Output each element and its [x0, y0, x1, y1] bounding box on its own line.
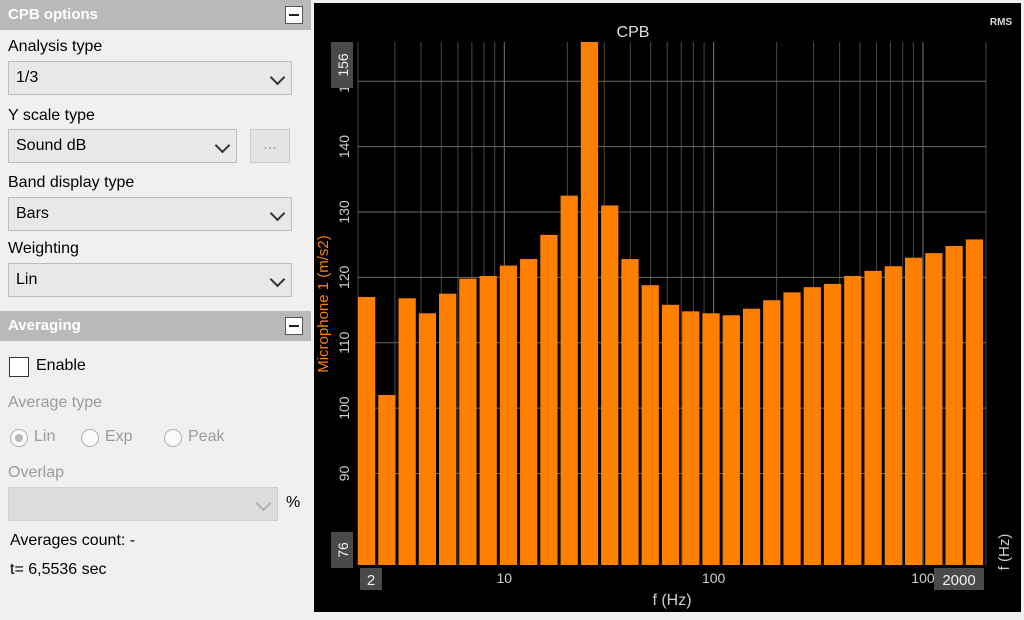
bar	[844, 276, 862, 565]
bar	[479, 276, 497, 565]
bar	[580, 42, 599, 565]
bar	[439, 293, 457, 565]
bar	[803, 287, 821, 565]
bar	[540, 234, 558, 565]
bar	[358, 296, 376, 565]
average-type-exp-radio[interactable]	[81, 429, 99, 447]
bar	[945, 245, 963, 565]
bar	[621, 259, 639, 565]
bar	[904, 257, 923, 565]
bar	[661, 304, 680, 565]
cpb-chart[interactable]: CPBRMS9010011012013014015015676Microphon…	[311, 0, 1024, 615]
chevron-down-icon	[269, 205, 286, 222]
analysis-type-value: 1/3	[16, 69, 39, 86]
chart-title: CPB	[617, 24, 650, 41]
options-panel: CPB options Analysis type 1/3 Y scale ty…	[0, 0, 311, 615]
y-tick-label: 100	[336, 396, 352, 420]
x-max-label: 2000	[942, 572, 975, 589]
bar	[378, 395, 396, 565]
band-display-type-label: Band display type	[8, 174, 135, 191]
cpb-options-title: CPB options	[8, 6, 98, 23]
average-type-lin-label: Lin	[34, 428, 56, 445]
chevron-down-icon	[255, 495, 272, 512]
y-min-label: 76	[335, 542, 351, 558]
x-tick-label: 100	[911, 570, 935, 586]
bar	[823, 283, 842, 565]
bar	[459, 278, 477, 565]
bar	[965, 239, 983, 565]
weighting-select[interactable]: Lin	[8, 263, 292, 297]
rms-badge: RMS	[990, 17, 1013, 28]
x-axis-label: f (Hz)	[652, 592, 691, 609]
x-tick-label: 10	[497, 570, 513, 586]
y-scale-type-select[interactable]: Sound dB	[8, 129, 237, 163]
y-axis-label: Microphone 1 (m/s2)	[315, 235, 332, 373]
chevron-down-icon	[269, 69, 286, 86]
averaging-title: Averaging	[8, 317, 81, 334]
elapsed-time: t= 6,5536 sec	[10, 561, 107, 578]
y-scale-type-value: Sound dB	[16, 137, 87, 154]
weighting-label: Weighting	[8, 240, 79, 257]
bar	[864, 270, 882, 565]
bar	[884, 266, 902, 565]
collapse-icon[interactable]	[285, 6, 303, 24]
bar	[520, 259, 538, 565]
right-axis-label: f (Hz)	[996, 534, 1013, 571]
bar	[418, 313, 437, 565]
y-scale-more-button[interactable]: ...	[250, 129, 290, 163]
enable-label[interactable]: Enable	[36, 357, 86, 375]
averaging-header[interactable]: Averaging	[0, 311, 311, 341]
collapse-icon[interactable]	[285, 317, 303, 335]
y-tick-label: 140	[336, 135, 352, 159]
y-tick-label: 130	[336, 200, 352, 224]
bar	[601, 205, 619, 565]
chevron-down-icon	[214, 137, 231, 154]
y-tick-label: 90	[336, 465, 352, 481]
y-scale-type-label: Y scale type	[8, 107, 95, 124]
bar	[682, 311, 700, 565]
y-max-label: 156	[335, 53, 351, 77]
average-type-label: Average type	[8, 394, 102, 411]
analysis-type-select[interactable]: 1/3	[8, 61, 292, 95]
y-tick-label: 110	[336, 331, 352, 354]
average-type-peak-label: Peak	[188, 428, 225, 445]
overlap-select[interactable]	[8, 487, 278, 521]
cpb-options-header[interactable]: CPB options	[0, 0, 311, 30]
bar	[641, 285, 659, 565]
bar	[763, 300, 781, 565]
average-type-lin-radio[interactable]	[10, 429, 28, 447]
bar	[722, 315, 740, 565]
analysis-type-label: Analysis type	[8, 38, 103, 55]
bar	[742, 308, 761, 565]
average-type-exp-label: Exp	[105, 428, 133, 445]
bar	[499, 265, 518, 565]
bar	[925, 253, 943, 565]
overlap-label: Overlap	[8, 464, 65, 481]
chevron-down-icon	[269, 271, 286, 288]
band-display-type-select[interactable]: Bars	[8, 197, 292, 231]
overlap-unit: %	[286, 494, 301, 511]
averages-count: Averages count: -	[10, 532, 136, 549]
bar	[702, 313, 720, 565]
bar	[398, 298, 416, 565]
x-min-label: 2	[367, 572, 375, 589]
bar	[783, 292, 801, 565]
band-display-type-value: Bars	[16, 205, 49, 222]
y-tick-label: 120	[336, 265, 352, 289]
x-tick-label: 100	[702, 570, 726, 586]
enable-checkbox[interactable]	[9, 357, 29, 377]
weighting-value: Lin	[16, 271, 38, 288]
bar	[560, 195, 578, 565]
average-type-peak-radio[interactable]	[164, 429, 182, 447]
cpb-chart-panel: CPBRMS9010011012013014015015676Microphon…	[311, 0, 1024, 615]
